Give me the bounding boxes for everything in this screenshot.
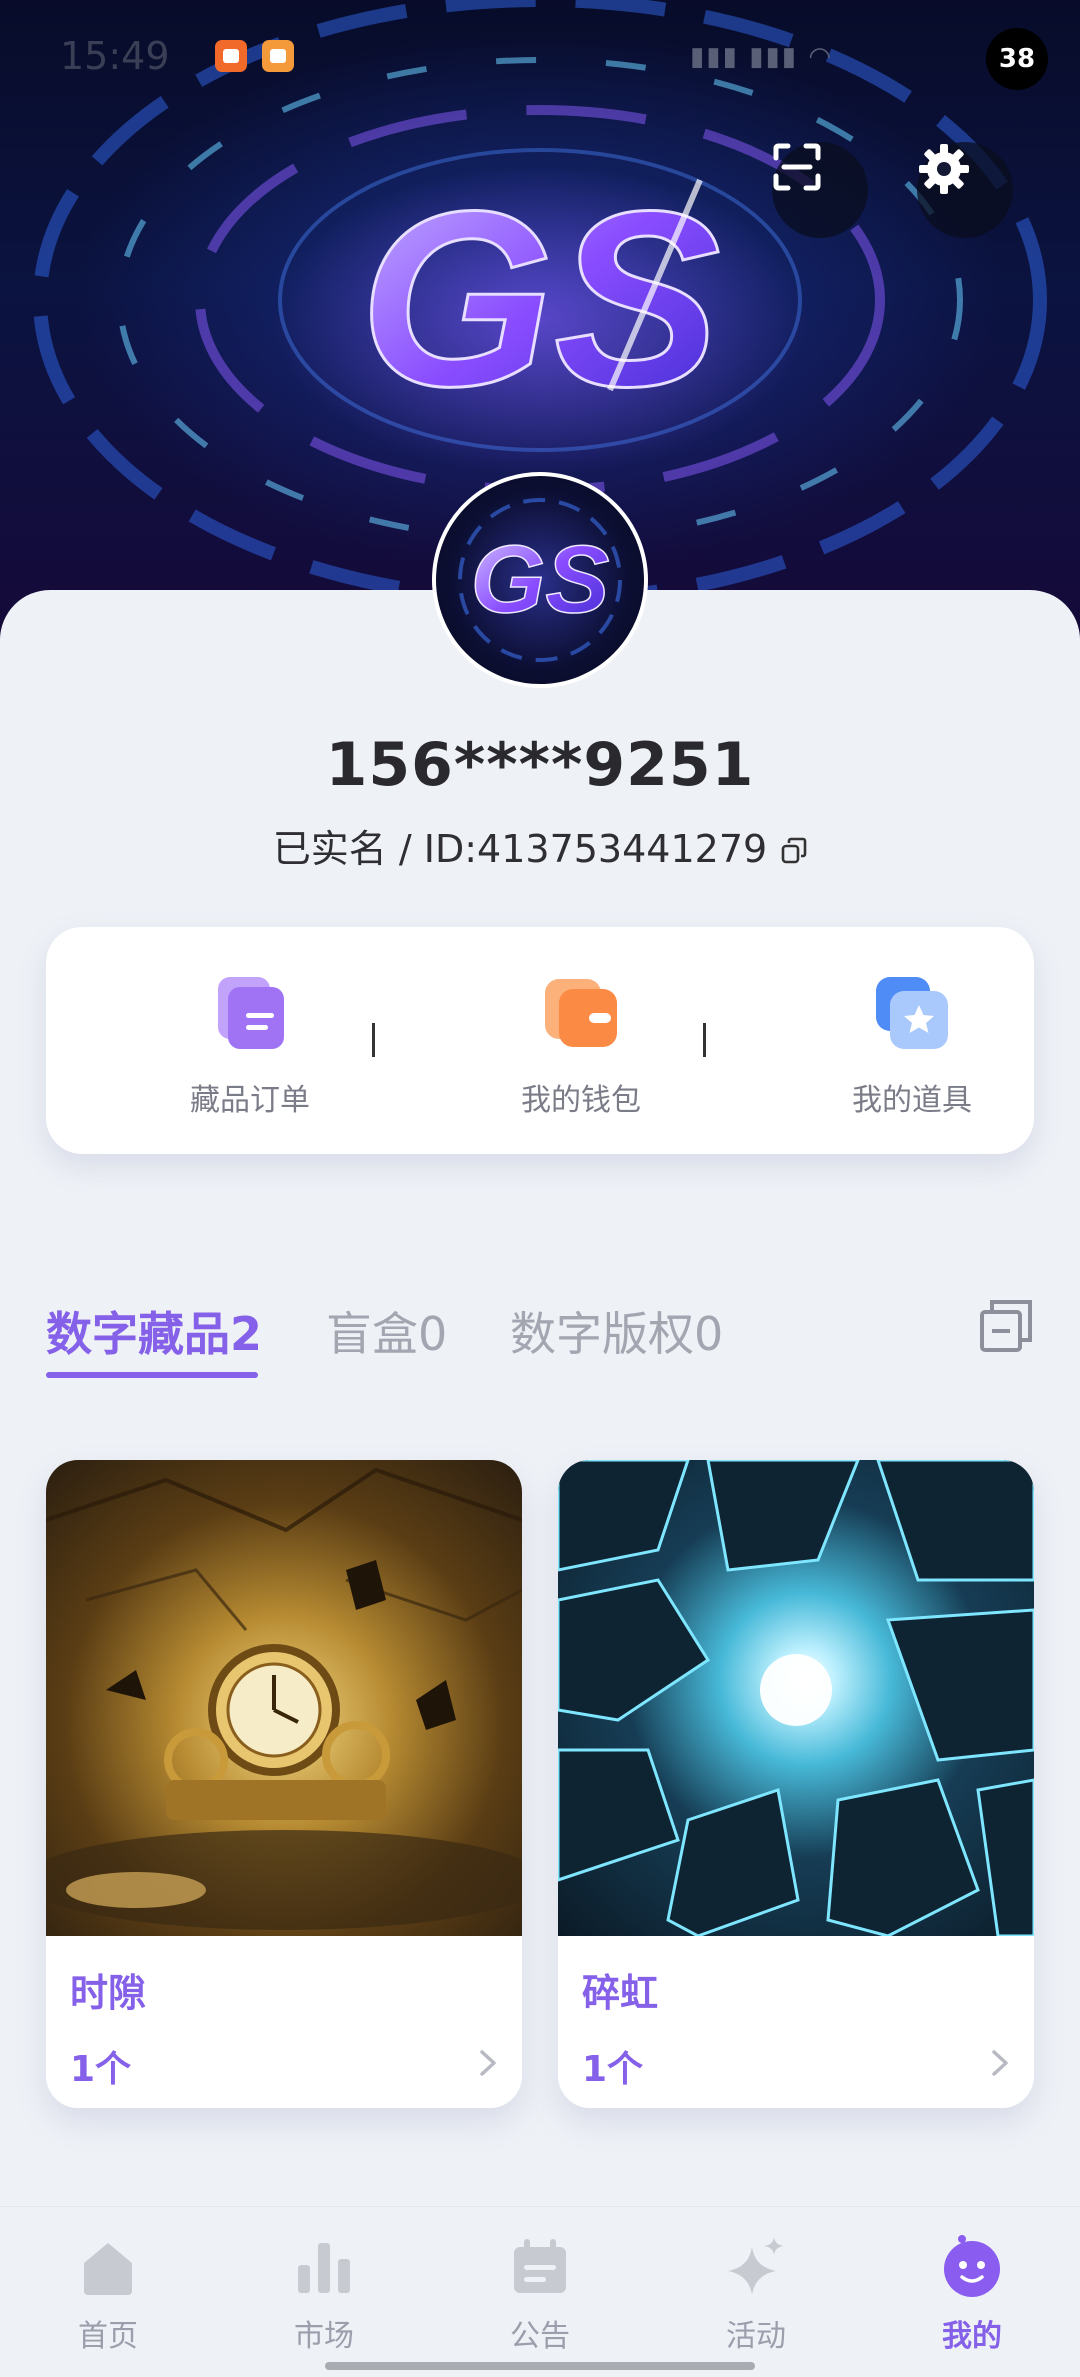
collection-name: 碎虹 [582,1971,659,2015]
nav-label: 公告 [510,2319,570,2354]
avatar-logo-graphic: GS [458,498,622,662]
hero-logo: GS [359,159,720,438]
nav-label: 活动 [726,2319,786,2354]
avatar[interactable]: GS [432,472,648,688]
nav-announcement[interactable]: 公告 [480,2235,600,2355]
notification-app-icon [215,40,247,72]
nav-home[interactable]: 首页 [48,2235,168,2355]
home-indicator [325,2362,755,2370]
notification-app-icon [262,40,294,72]
nav-label: 我的 [942,2319,1002,2354]
active-tab-indicator [46,1372,258,1378]
nav-mine[interactable]: 我的 [912,2235,1032,2355]
wallet-button[interactable]: 我的钱包 [471,975,691,1119]
tab-digital-collections[interactable]: 数字藏品2 [46,1298,262,1364]
scan-button[interactable] [772,142,868,238]
collection-image [558,1460,1034,1936]
announcement-icon [514,2239,566,2293]
signal-wifi-icon: ▮▮▮ ▮▮▮ ◠ [690,42,834,72]
gear-icon [919,144,969,194]
view-toggle-button[interactable] [978,1298,1034,1354]
battery-indicator: 38 [986,28,1048,90]
status-time: 15:49 [60,34,170,78]
layout-toggle-icon [980,1300,1032,1352]
action-label: 我的道具 [852,1083,972,1118]
action-label: 藏品订单 [190,1083,310,1118]
bottom-nav: 首页 市场 公告 活动 我的 [0,2206,1080,2377]
avatar-logo: GS [471,526,610,633]
id-separator: / [386,827,424,871]
collection-count: 1个 [70,2049,132,2090]
nav-label: 市场 [294,2319,354,2354]
nav-activity[interactable]: 活动 [696,2235,816,2355]
activity-sparkle-icon [728,2237,784,2295]
collection-orders-button[interactable]: 藏品订单 [140,975,360,1119]
settings-button[interactable] [917,142,1013,238]
collection-name: 时隙 [70,1971,147,2015]
collection-order-icon [212,975,288,1051]
collection-count: 1个 [582,2049,644,2090]
divider [372,1023,375,1057]
verified-label: 已实名 [272,827,387,871]
home-icon [84,2243,132,2295]
nav-label: 首页 [78,2319,138,2354]
collection-tabs: 数字藏品2 盲盒0 数字版权0 [46,1298,1034,1378]
status-bar: 15:49 ▮▮▮ ▮▮▮ ◠ 38 [0,28,1080,90]
market-chart-icon [298,2243,350,2293]
profile-face-icon [944,2235,1000,2297]
scan-icon [773,143,821,191]
collection-card[interactable]: 时隙 1个 [46,1460,522,2108]
nav-market[interactable]: 市场 [264,2235,384,2355]
wallet-icon [543,975,619,1051]
tab-digital-copyright[interactable]: 数字版权0 [510,1298,723,1364]
tab-blind-box[interactable]: 盲盒0 [326,1298,447,1364]
props-star-icon [874,975,950,1051]
action-label: 我的钱包 [521,1083,641,1118]
user-id: ID:413753441279 [423,827,768,871]
quick-actions-card: 藏品订单 我的钱包 我的道具 [46,927,1034,1154]
chevron-right-icon [992,2050,1008,2076]
user-phone: 156****9251 [325,730,755,800]
user-id-row: 已实名 / ID:413753441279 [0,818,1080,874]
collection-card[interactable]: 碎虹 1个 [558,1460,1034,2108]
collection-image [46,1460,522,1936]
copy-icon[interactable] [781,830,807,874]
divider [703,1023,706,1057]
my-props-button[interactable]: 我的道具 [802,975,1022,1119]
chevron-right-icon [480,2050,496,2076]
